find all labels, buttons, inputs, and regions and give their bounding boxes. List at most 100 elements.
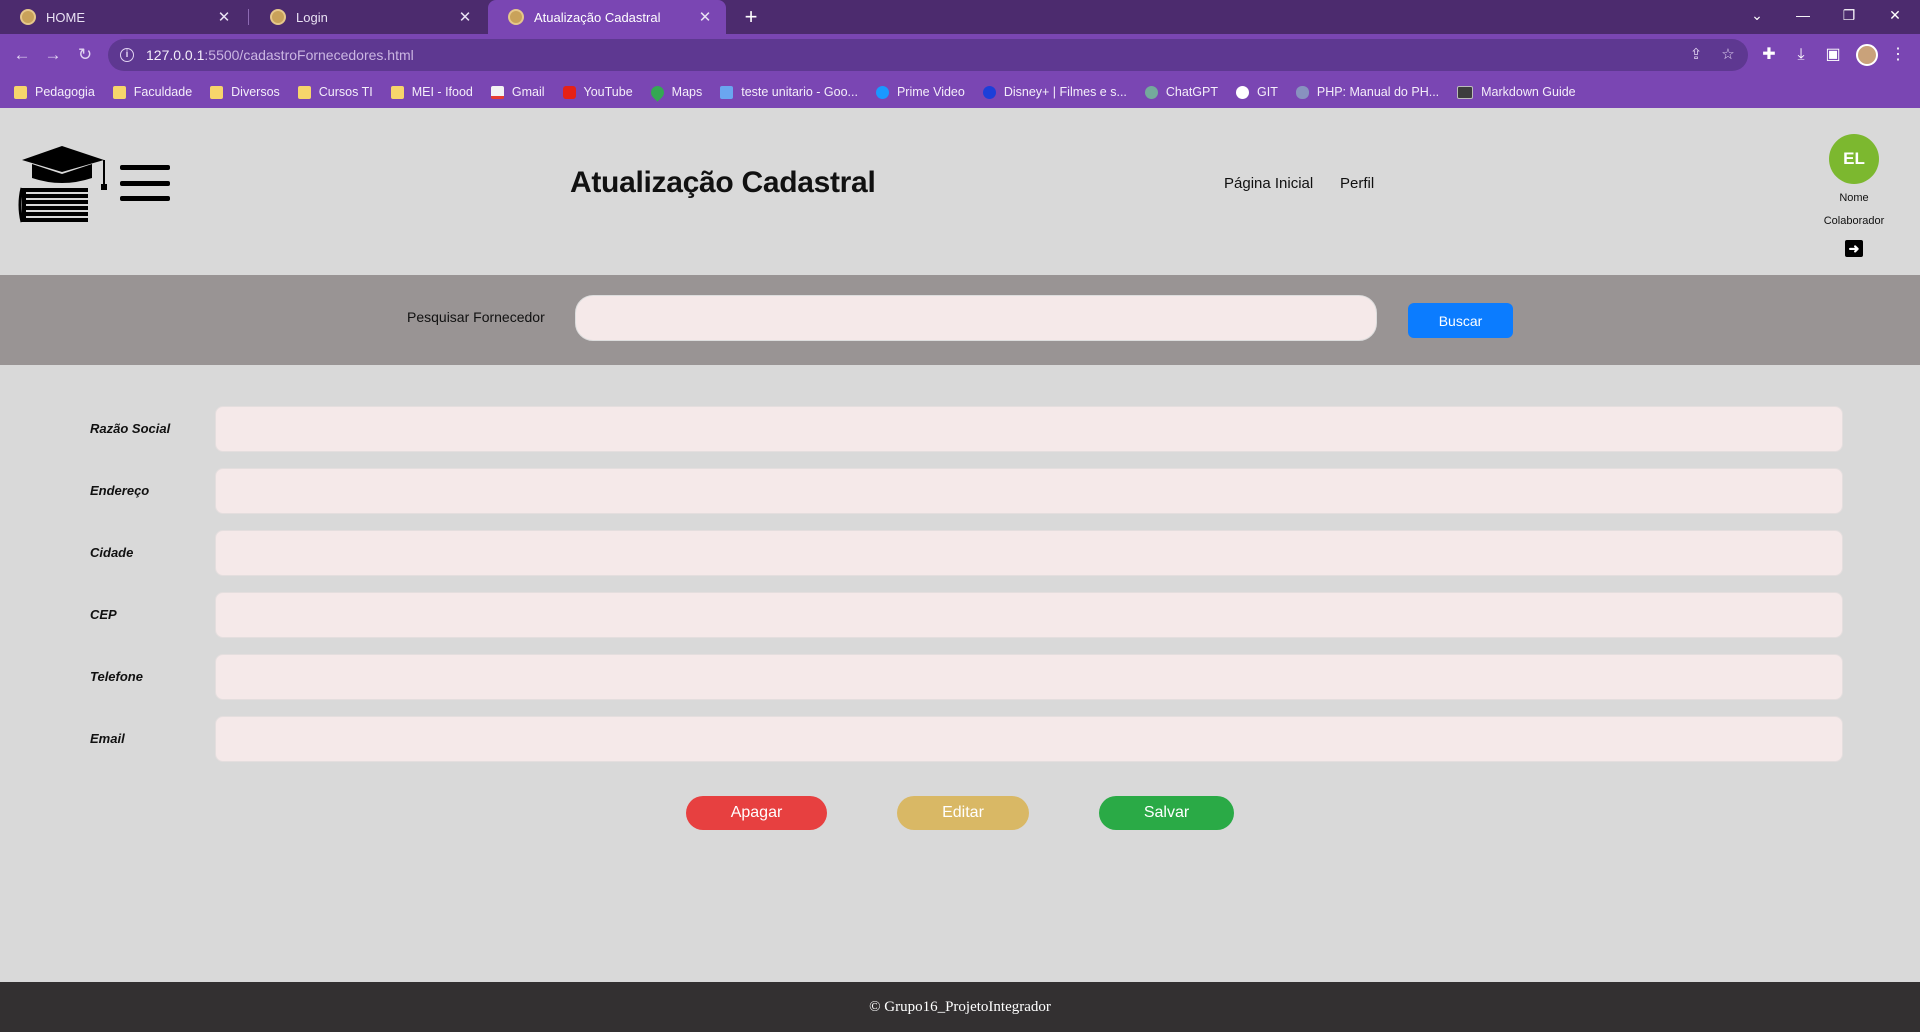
site-favicon-icon [20,9,36,25]
maps-icon [647,82,667,102]
bookmark-git[interactable]: GIT [1236,85,1278,99]
bookmark-chatgpt[interactable]: ChatGPT [1144,85,1218,99]
folder-icon [297,85,311,99]
razao-social-input[interactable] [215,406,1843,452]
php-icon [1295,85,1309,99]
browser-profile-avatar[interactable] [1856,44,1878,66]
bookmark-faculdade[interactable]: Faculdade [112,85,192,99]
site-header: Atualização Cadastral Página Inicial Per… [0,108,1920,275]
browser-tab-strip: HOME ✕ Login ✕ Atualização Cadastral ✕ +… [0,0,1920,34]
form-row-cep: CEP [0,592,1920,638]
close-window-icon[interactable]: ✕ [1872,0,1918,30]
bookmark-markdown-guide[interactable]: Markdown Guide [1457,85,1576,99]
bookmark-diversos[interactable]: Diversos [210,85,280,99]
form-row-razao-social: Razão Social [0,406,1920,452]
tab-label: Atualização Cadastral [534,9,661,25]
bookmark-gmail[interactable]: Gmail [490,85,545,99]
chatgpt-icon [1144,85,1158,99]
tab-label: HOME [46,9,85,25]
tab-divider [248,9,249,25]
telefone-label: Telefone [90,669,143,684]
cidade-input[interactable] [215,530,1843,576]
close-tab-icon[interactable]: ✕ [456,8,474,26]
markdown-icon [1457,85,1474,99]
delete-button[interactable]: Apagar [686,796,827,830]
user-name: Nome [1839,192,1869,204]
close-tab-icon[interactable]: ✕ [215,8,233,26]
youtube-icon [562,85,576,99]
forward-icon[interactable]: → [41,43,65,67]
folder-icon [390,85,404,99]
folder-icon [14,85,27,99]
cep-label: CEP [90,607,117,622]
folder-icon [210,85,224,99]
telefone-input[interactable] [215,654,1843,700]
new-tab-icon[interactable]: + [738,4,764,30]
bookmarks-bar: Pedagogia Faculdade Diversos Cursos TI M… [0,76,1920,108]
cep-input[interactable] [215,592,1843,638]
user-avatar[interactable]: EL [1829,134,1879,184]
bookmark-pedagogia[interactable]: Pedagogia [14,85,95,99]
bookmark-star-icon[interactable]: ☆ [1718,45,1738,65]
tab-login[interactable]: Login ✕ [250,0,486,34]
bookmark-teste-unitario[interactable]: teste unitario - Goo... [720,85,858,99]
tab-label: Login [296,9,328,25]
hamburger-menu-icon[interactable] [120,165,170,201]
restore-icon[interactable]: ❐ [1826,0,1872,30]
nav-link-pagina-inicial[interactable]: Página Inicial [1224,175,1313,192]
graduation-cap-icon [720,85,734,99]
disney-icon [982,85,996,99]
bookmark-disney[interactable]: Disney+ | Filmes e s... [982,85,1127,99]
search-button[interactable]: Buscar [1408,303,1513,338]
side-panel-icon[interactable]: ▣ [1821,43,1845,67]
tab-home[interactable]: HOME ✕ [0,0,245,34]
bookmark-php-manual[interactable]: PHP: Manual do PH... [1295,85,1439,99]
footer-copyright: © Grupo16_ProjetoIntegrador [0,982,1920,1032]
email-label: Email [90,731,125,746]
reload-icon[interactable]: ↻ [73,43,97,67]
books-graduation-cap-logo-icon[interactable] [18,144,108,224]
bookmark-cursos-ti[interactable]: Cursos TI [297,85,373,99]
bookmark-youtube[interactable]: YouTube [562,85,633,99]
save-button[interactable]: Salvar [1099,796,1234,830]
gmail-icon [490,85,504,99]
form-row-endereco: Endereço [0,468,1920,514]
address-bar-row: ← → ↻ i 127.0.0.1:5500/cadastroFornecedo… [0,34,1920,76]
site-favicon-icon [270,9,286,25]
logout-icon[interactable]: ➜ [1845,240,1863,257]
bookmark-prime-video[interactable]: Prime Video [875,85,965,99]
url-bar[interactable]: i 127.0.0.1:5500/cadastroFornecedores.ht… [108,39,1748,71]
endereco-label: Endereço [90,483,150,498]
cidade-label: Cidade [90,545,134,560]
extensions-icon[interactable]: ✚ [1757,43,1781,67]
prime-video-icon [875,85,889,99]
tab-atualizacao-cadastral[interactable]: Atualização Cadastral ✕ [488,0,726,34]
browser-menu-icon[interactable]: ⋮ [1886,43,1910,67]
close-tab-icon[interactable]: ✕ [696,8,714,26]
back-icon[interactable]: ← [10,43,34,67]
email-input[interactable] [215,716,1843,762]
form-row-telefone: Telefone [0,654,1920,700]
supplier-search-bar: Pesquisar Fornecedor Buscar [0,275,1920,365]
razao-social-label: Razão Social [90,421,171,436]
nav-link-perfil[interactable]: Perfil [1340,175,1374,192]
form-row-email: Email [0,716,1920,762]
user-role: Colaborador [1823,215,1885,227]
site-info-icon[interactable]: i [120,48,134,62]
download-icon[interactable]: ⤓ [1789,43,1813,67]
minimize-icon[interactable]: — [1780,0,1826,30]
supplier-search-input[interactable] [575,295,1377,341]
bookmark-mei-ifood[interactable]: MEI - Ifood [390,85,473,99]
github-icon [1236,85,1250,99]
search-label: Pesquisar Fornecedor [407,309,545,325]
bookmark-maps[interactable]: Maps [647,82,702,102]
url-text: 127.0.0.1:5500/cadastroFornecedores.html [146,47,414,63]
page-title: Atualização Cadastral [570,166,876,199]
tab-search-chevron-icon[interactable]: ⌄ [1734,0,1780,30]
endereco-input[interactable] [215,468,1843,514]
page-content: Atualização Cadastral Página Inicial Per… [0,108,1920,1032]
folder-icon [112,85,126,99]
form-row-cidade: Cidade [0,530,1920,576]
edit-button[interactable]: Editar [897,796,1029,830]
share-icon[interactable]: ⇪ [1686,45,1706,65]
